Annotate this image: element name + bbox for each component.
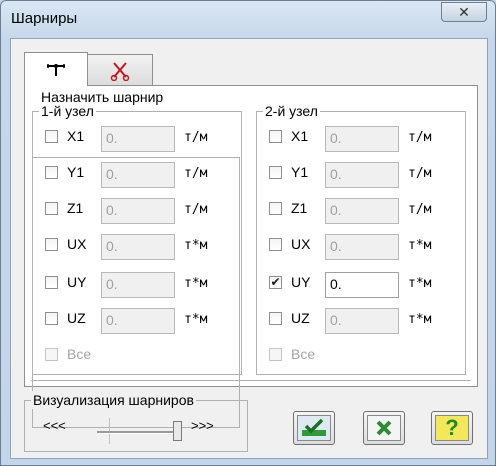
help-button-face: ?: [435, 415, 469, 441]
node2-checkbox-x1[interactable]: [269, 130, 282, 143]
node2-checkbox-uy[interactable]: ✔: [269, 276, 282, 289]
node1-label-uz: UZ: [67, 310, 86, 326]
node2-row-x1: X1 0. т/м: [269, 126, 459, 152]
node2-checkbox-z1[interactable]: [269, 202, 282, 215]
node1-row-ux: UX 0. т*м: [45, 234, 235, 260]
help-icon: ?: [445, 415, 459, 440]
node2-label-uz: UZ: [291, 310, 310, 326]
node1-value-field-x1[interactable]: 0.: [101, 126, 175, 152]
apply-button[interactable]: [293, 411, 335, 445]
close-button[interactable]: ✕: [441, 2, 487, 22]
node1-row-x1: X1 0. т/м: [45, 126, 235, 152]
node2-title: 2-й узел: [263, 102, 320, 120]
node1-unit-x1: т/м: [184, 130, 208, 145]
visualization-group: Визуализация шарниров <<< >>>: [24, 391, 248, 452]
node2-value-field-z1[interactable]: 0.: [325, 198, 399, 224]
node1-panel: 1-й узел X1 0. т/м Y1 0. т/м Z1 0. т/м UX 0. т*м UY 0…: [32, 102, 242, 375]
node2-unit-ux: т*м: [408, 238, 432, 253]
tab-hinge[interactable]: [24, 52, 88, 86]
node1-label-z1: Z1: [67, 200, 84, 216]
node1-unit-z1: т/м: [184, 202, 208, 217]
node2-label-ux: UX: [291, 236, 311, 252]
node2-unit-uy: т*м: [408, 276, 432, 291]
node2-value-field-uy[interactable]: 0.: [325, 272, 399, 298]
node2-all-label: Все: [291, 346, 316, 362]
node2-label-x1: X1: [291, 128, 309, 144]
node1-value-field-z1[interactable]: 0.: [101, 198, 175, 224]
cut-icon: [110, 61, 130, 81]
hinge-icon: [47, 63, 65, 76]
window-title: Шарниры: [11, 10, 78, 27]
visualization-slider[interactable]: [97, 431, 181, 434]
close-icon: ✕: [458, 3, 470, 20]
node2-value-field-x1[interactable]: 0.: [325, 126, 399, 152]
node2-checkbox-ux[interactable]: [269, 238, 282, 251]
viz-decrease-label: <<<: [43, 418, 66, 433]
node2-checkbox-uz[interactable]: [269, 312, 282, 325]
tab-release[interactable]: [87, 54, 153, 86]
tab-panel: Назначить шарнир 1-й узел X1 0. т/м Y1 0. т/м…: [24, 85, 478, 428]
node1-checkbox-x1[interactable]: [45, 130, 58, 143]
node2-row-uz: UZ 0. т*м: [269, 308, 459, 334]
node2-unit-x1: т/м: [408, 130, 432, 145]
node1-checkbox-uz[interactable]: [45, 312, 58, 325]
node1-row-y1: Y1 0. т/м: [45, 162, 235, 188]
node1-all-row: Все: [45, 344, 145, 370]
node1-row-z1: Z1 0. т/м: [45, 198, 235, 224]
node1-checkbox-ux[interactable]: [45, 238, 58, 251]
node1-unit-uy: т*м: [184, 276, 208, 291]
cancel-button-face: [367, 415, 401, 441]
node2-panel: 2-й узел X1 0. т/м Y1 0. т/м Z1 0. т/м UX 0. т*м ✔ UY…: [256, 102, 466, 375]
node1-value-field-y1[interactable]: 0.: [101, 162, 175, 188]
node1-all-checkbox[interactable]: [45, 348, 58, 361]
node1-row-uz: UZ 0. т*м: [45, 308, 235, 334]
node1-value-field-uy[interactable]: 0.: [101, 272, 175, 298]
cancel-button[interactable]: [363, 411, 405, 445]
node1-label-uy: UY: [67, 274, 87, 290]
node1-value-field-ux[interactable]: 0.: [101, 234, 175, 260]
node1-label-x1: X1: [67, 128, 85, 144]
help-button[interactable]: ?: [431, 411, 473, 445]
node2-label-y1: Y1: [291, 164, 309, 180]
node1-checkbox-y1[interactable]: [45, 166, 58, 179]
viz-increase-label: >>>: [191, 418, 214, 433]
dialog-client-area: Назначить шарнир 1-й узел X1 0. т/м Y1 0. т/м…: [10, 38, 488, 459]
node1-all-label: Все: [67, 346, 92, 362]
node2-unit-uz: т*м: [408, 312, 432, 327]
node2-row-uy: ✔ UY 0. т*м: [269, 272, 459, 298]
title-bar[interactable]: Шарниры ✕: [1, 1, 495, 37]
node1-label-ux: UX: [67, 236, 87, 252]
node2-value-field-y1[interactable]: 0.: [325, 162, 399, 188]
cancel-x-icon: [376, 420, 392, 436]
node2-row-z1: Z1 0. т/м: [269, 198, 459, 224]
node2-row-y1: Y1 0. т/м: [269, 162, 459, 188]
node2-checkbox-y1[interactable]: [269, 166, 282, 179]
node2-all-checkbox[interactable]: [269, 348, 282, 361]
dialog-window: Шарниры ✕ Назначить шарнир 1-й узел X1 0…: [0, 0, 496, 466]
node2-label-z1: Z1: [291, 200, 308, 216]
slider-thumb[interactable]: [173, 421, 182, 441]
visualization-title: Визуализация шарниров: [31, 391, 196, 409]
node2-row-ux: UX 0. т*м: [269, 234, 459, 260]
node1-label-y1: Y1: [67, 164, 85, 180]
node1-checkbox-uy[interactable]: [45, 276, 58, 289]
node1-row-uy: UY 0. т*м: [45, 272, 235, 298]
node2-unit-y1: т/м: [408, 166, 432, 181]
node1-title: 1-й узел: [39, 102, 96, 120]
node2-value-field-ux[interactable]: 0.: [325, 234, 399, 260]
node1-unit-ux: т*м: [184, 238, 208, 253]
node2-unit-z1: т/м: [408, 202, 432, 217]
apply-button-face: [297, 415, 331, 441]
node2-label-uy: UY: [291, 274, 311, 290]
node1-unit-y1: т/м: [184, 166, 208, 181]
node2-all-row: Все: [269, 344, 369, 370]
node2-value-field-uz[interactable]: 0.: [325, 308, 399, 334]
node1-unit-uz: т*м: [184, 312, 208, 327]
apply-check-icon: [302, 418, 326, 436]
node1-checkbox-z1[interactable]: [45, 202, 58, 215]
node1-value-field-uz[interactable]: 0.: [101, 308, 175, 334]
